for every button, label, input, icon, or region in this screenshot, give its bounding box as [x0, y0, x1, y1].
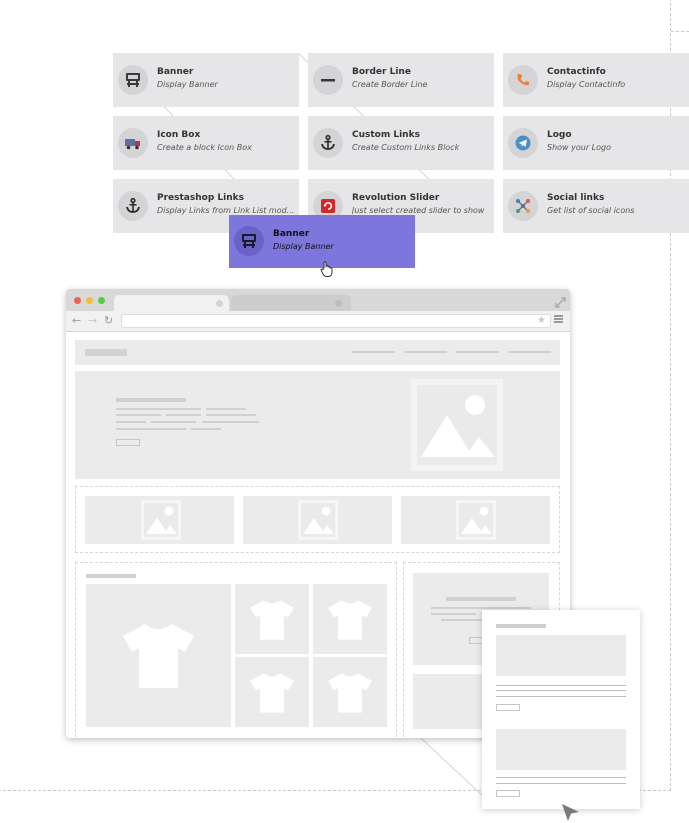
- module-description: Show your Logo: [547, 143, 611, 152]
- module-description: Get list of social icons: [547, 206, 635, 215]
- window-close-button[interactable]: [74, 297, 81, 304]
- reload-icon[interactable]: ↻: [104, 313, 113, 328]
- sidebar-text-line: [431, 607, 531, 609]
- hero-text-line: [116, 414, 161, 416]
- module-description: Create a block Icon Box: [157, 143, 252, 152]
- hero-text-line: [206, 414, 256, 416]
- module-title: Banner: [273, 229, 310, 239]
- module-title: Banner: [157, 67, 194, 77]
- module-title: Prestashop Links: [157, 193, 244, 203]
- phone-icon: [508, 65, 538, 95]
- panel-text-line: [496, 685, 626, 686]
- module-description: Just select created slider to show: [352, 206, 485, 215]
- section-heading-placeholder: [86, 574, 136, 578]
- nav-link-placeholder: [404, 351, 447, 353]
- module-title: Contactinfo: [547, 67, 606, 77]
- module-title: Border Line: [352, 67, 411, 77]
- nav-link-placeholder: [352, 351, 395, 353]
- module-description: Display Banner: [273, 242, 334, 251]
- hero-text-line: [206, 408, 246, 410]
- hero-text-line: [191, 428, 221, 430]
- hero-text-line: [116, 428, 186, 430]
- logo-placeholder: [85, 349, 127, 356]
- tshirt-icon: [250, 600, 294, 640]
- hero-text-line: [116, 408, 201, 410]
- panel-text-line: [496, 777, 626, 778]
- hero-text-line: [166, 414, 201, 416]
- module-description: Display Links from Link List mod...: [157, 206, 295, 215]
- browser-tab-active[interactable]: [114, 295, 229, 311]
- module-title: Logo: [547, 130, 572, 140]
- hero-heading-placeholder: [116, 398, 186, 402]
- tshirt-icon: [328, 600, 372, 640]
- image-icon: [456, 500, 496, 540]
- address-bar[interactable]: ★: [121, 314, 551, 328]
- hero-text-line: [202, 421, 259, 423]
- anchor-icon: [118, 191, 148, 221]
- module-title: Icon Box: [157, 130, 201, 140]
- module-card-social-links[interactable]: Social links Get list of social icons: [503, 179, 689, 233]
- hero-text-line: [151, 421, 196, 423]
- module-title: Social links: [547, 193, 605, 203]
- image-icon: [141, 500, 181, 540]
- window-maximize-button[interactable]: [98, 297, 105, 304]
- module-card-contactinfo[interactable]: Contactinfo Display Contactinfo: [503, 53, 689, 107]
- network-icon: [508, 191, 538, 221]
- sidebar-text-line: [431, 613, 476, 615]
- panel-text-line: [496, 690, 626, 691]
- module-card-border-line[interactable]: Border Line Create Border Line: [308, 53, 494, 107]
- image-icon: [411, 379, 503, 471]
- module-card-banner[interactable]: Banner Display Banner: [113, 53, 299, 107]
- tshirt-icon: [123, 624, 194, 688]
- hero-image-placeholder: [411, 379, 503, 471]
- module-card-logo[interactable]: Logo Show your Logo: [503, 116, 689, 170]
- sidebar-heading-placeholder: [446, 597, 516, 601]
- fullscreen-icon[interactable]: [555, 293, 566, 312]
- tshirt-icon: [250, 673, 294, 713]
- hero-text-line: [116, 421, 146, 423]
- floating-sidebar-panel[interactable]: [482, 610, 640, 809]
- forward-arrow-icon[interactable]: →: [88, 313, 97, 328]
- module-title: Custom Links: [352, 130, 420, 140]
- panel-heading-placeholder: [496, 624, 546, 628]
- arrow-cursor-icon: [561, 803, 581, 823]
- module-description: Create Border Line: [352, 80, 428, 89]
- module-description: Display Contactinfo: [547, 80, 626, 89]
- truck-icon: [118, 128, 148, 158]
- back-arrow-icon[interactable]: ←: [72, 313, 81, 328]
- hand-cursor-icon: [320, 261, 334, 282]
- bookmark-star-icon[interactable]: ★: [537, 315, 546, 327]
- module-title: Revolution Slider: [352, 193, 440, 203]
- module-card-icon-box[interactable]: Icon Box Create a block Icon Box: [113, 116, 299, 170]
- nav-link-placeholder: [456, 351, 499, 353]
- browser-tab-inactive[interactable]: [231, 295, 351, 311]
- browser-title-bar: [66, 289, 570, 311]
- panel-button-placeholder: [496, 790, 520, 797]
- telegram-icon: [508, 128, 538, 158]
- panel-image-placeholder: [496, 729, 626, 770]
- anchor-icon: [313, 128, 343, 158]
- module-description: Display Banner: [157, 80, 218, 89]
- panel-text-line: [496, 696, 626, 697]
- tab-close-icon[interactable]: [216, 300, 223, 307]
- browser-toolbar: ← → ↻ ★: [66, 311, 570, 332]
- top-right-dashed-guide: [671, 31, 689, 32]
- module-description: Create Custom Links Block: [352, 143, 460, 152]
- minus-icon: [313, 65, 343, 95]
- tab-close-icon[interactable]: [335, 300, 342, 307]
- nav-link-placeholder: [508, 351, 551, 353]
- panel-text-line: [496, 783, 626, 784]
- module-card-custom-links[interactable]: Custom Links Create Custom Links Block: [308, 116, 494, 170]
- hero-button-placeholder: [116, 439, 140, 446]
- panel-button-placeholder: [496, 704, 520, 711]
- banner-icon: [118, 65, 148, 95]
- image-icon: [298, 500, 338, 540]
- banner-icon: [234, 226, 264, 256]
- window-minimize-button[interactable]: [86, 297, 93, 304]
- tshirt-icon: [328, 673, 372, 713]
- menu-icon[interactable]: [554, 315, 563, 323]
- panel-image-placeholder: [496, 635, 626, 676]
